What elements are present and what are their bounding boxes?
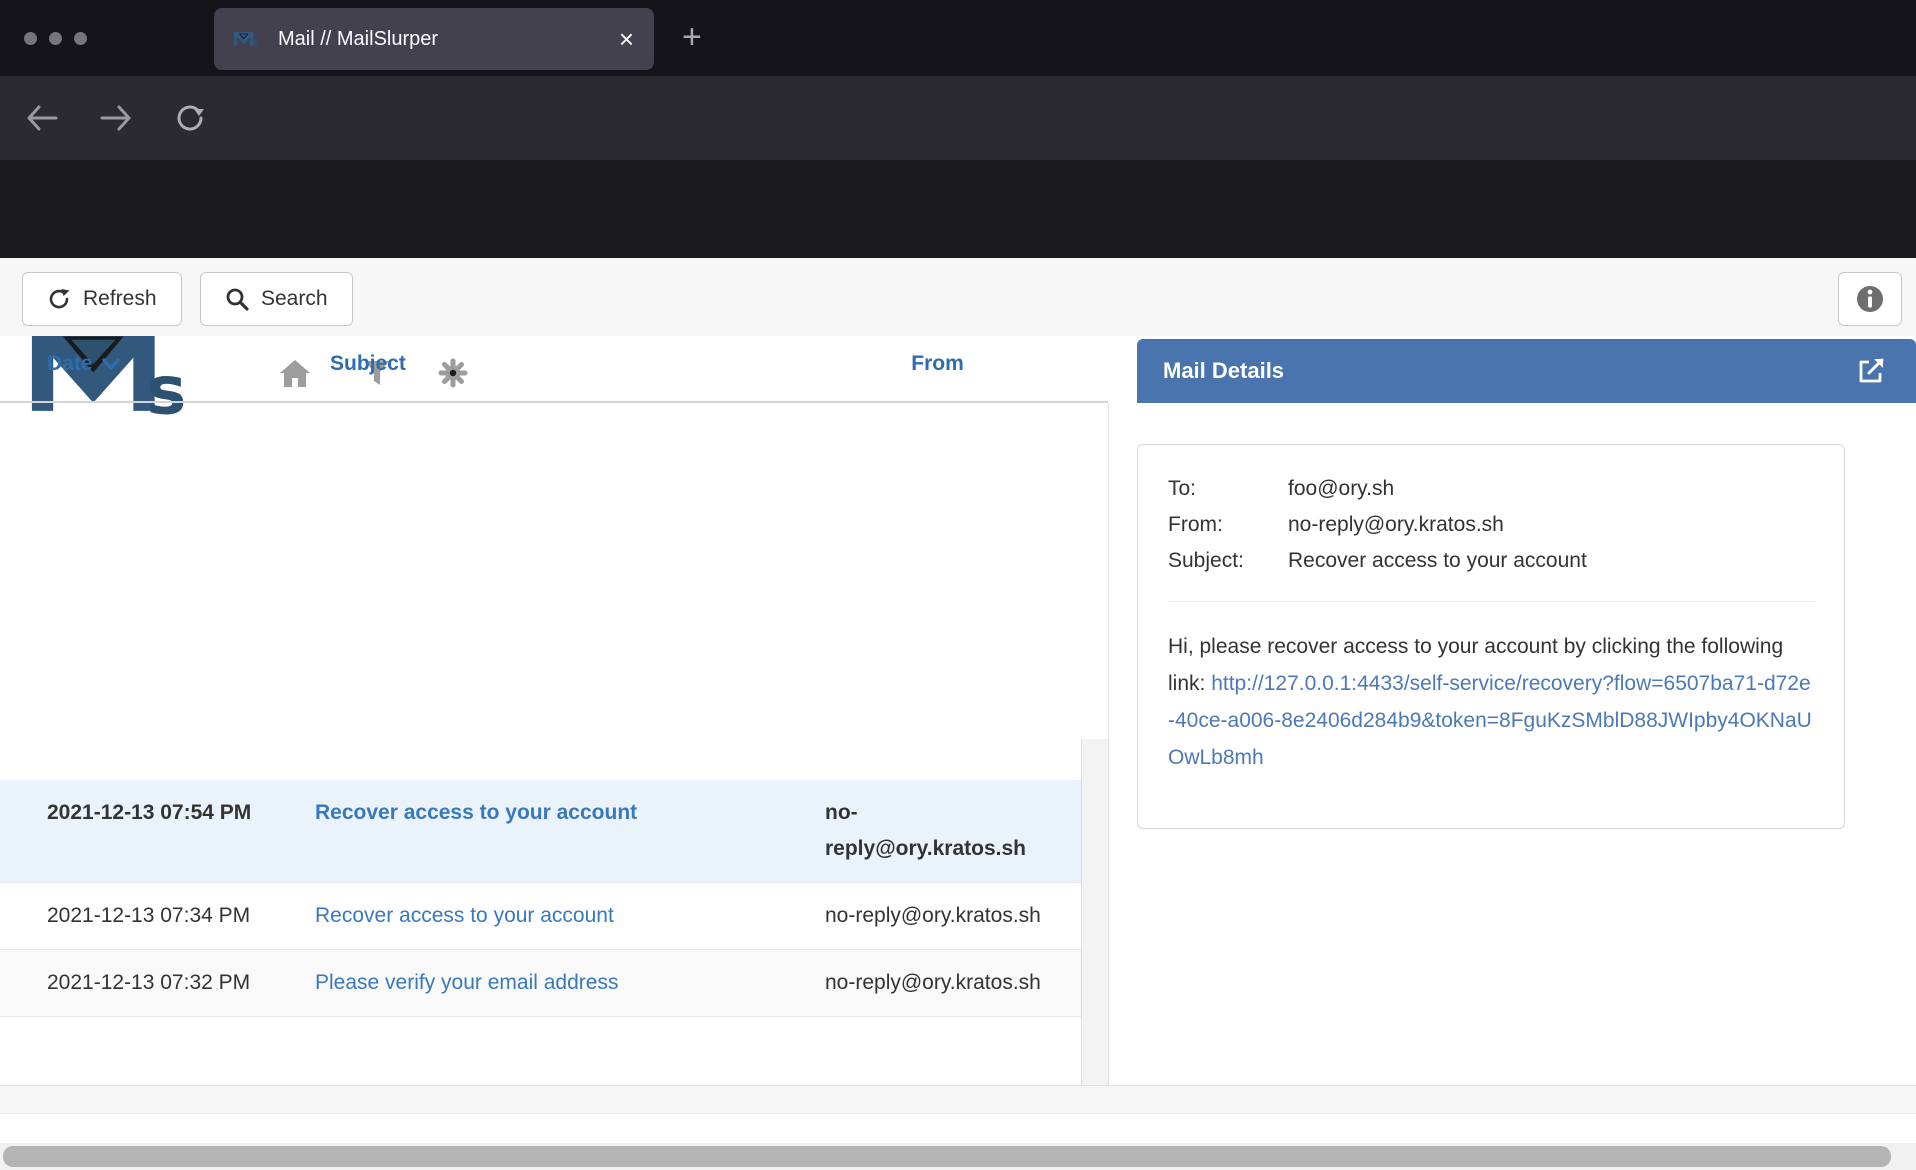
external-link-icon[interactable] [1856,356,1886,386]
detail-field-from: From: no-reply@ory.kratos.sh [1168,507,1814,543]
field-value: no-reply@ory.kratos.sh [1288,507,1814,543]
window-dot-icon[interactable] [49,32,62,45]
column-header-from[interactable]: From [825,352,1050,376]
refresh-icon [47,287,71,311]
mail-list-pane: Date Subject From 2021-12-13 07:54 PM Re… [0,336,1108,403]
horizontal-scrollbar[interactable] [0,1143,1916,1170]
bottom-strip-white [0,1113,1916,1143]
header-divider [0,401,1108,403]
bottom-strip [0,1085,1916,1113]
mail-subject: Recover access to your account [315,898,770,934]
mail-subject-link[interactable]: Please verify your email address [315,971,618,994]
search-button[interactable]: Search [200,272,353,326]
mail-from: no-reply@ory.kratos.sh [825,898,1050,934]
mailslurper-favicon-icon: s [234,28,264,50]
browser-window: s Mail // MailSlurper × + [0,0,1916,1170]
detail-field-to: To: foo@ory.sh [1168,471,1814,507]
pane-divider [1108,403,1109,1113]
mail-subject: Recover access to your account [315,795,770,867]
sort-descending-icon [102,358,120,370]
field-value: foo@ory.sh [1288,471,1814,507]
action-toolbar: Refresh Search [0,258,1916,336]
detail-field-subject: Subject: Recover access to your account [1168,543,1814,579]
mail-list-header: Date Subject From [0,336,1108,403]
mail-date: 2021-12-13 07:34 PM [47,898,252,934]
field-label: From: [1168,507,1288,543]
search-button-label: Search [261,287,328,311]
reload-icon [174,102,206,134]
details-divider [1168,601,1814,602]
mail-body: Hi, please recover access to your accoun… [1168,628,1814,776]
search-icon [225,287,249,311]
refresh-button[interactable]: Refresh [22,272,182,326]
mail-details-header: Mail Details [1137,339,1916,403]
field-value: Recover access to your account [1288,543,1814,579]
tab-bar: s Mail // MailSlurper × + [0,0,1916,76]
navigation-bar: 127.0.0.1:4436/# 90% [0,76,1916,160]
mail-from: no-reply@ory.kratos.sh [825,965,1050,1001]
field-label: Subject: [1168,543,1288,579]
mail-subject: Please verify your email address [315,965,770,1001]
horizontal-scrollbar-thumb[interactable] [3,1146,1891,1167]
recovery-link[interactable]: http://127.0.0.1:4433/self-service/recov… [1168,672,1812,769]
mail-row[interactable]: 2021-12-13 07:32 PM Please verify your e… [0,950,1081,1017]
mail-date: 2021-12-13 07:32 PM [47,965,252,1001]
field-label: To: [1168,471,1288,507]
info-button[interactable] [1838,272,1902,326]
mail-date: 2021-12-13 07:54 PM [47,795,252,867]
forward-arrow-icon [99,103,133,133]
mail-row-selected[interactable]: 2021-12-13 07:54 PM Recover access to yo… [0,780,1081,883]
back-button[interactable] [22,98,62,138]
browser-tab[interactable]: s Mail // MailSlurper × [214,8,654,70]
mail-from: no-reply@ory.kratos.sh [825,795,1050,867]
mail-details-title: Mail Details [1163,358,1856,384]
tab-close-icon[interactable]: × [619,26,634,52]
info-icon [1855,284,1885,314]
tab-title: Mail // MailSlurper [278,28,619,51]
mail-row[interactable]: 2021-12-13 07:34 PM Recover access to yo… [0,883,1081,950]
mail-subject-link[interactable]: Recover access to your account [315,904,614,927]
forward-button[interactable] [96,98,136,138]
reload-button[interactable] [170,98,210,138]
svg-text:s: s [252,37,258,49]
app-header: s [0,160,1916,258]
window-dot-icon[interactable] [74,32,87,45]
column-header-date[interactable]: Date [47,352,120,376]
window-dot-icon[interactable] [24,32,37,45]
mail-subject-link[interactable]: Recover access to your account [315,801,637,824]
back-arrow-icon [25,103,59,133]
mail-details-card: To: foo@ory.sh From: no-reply@ory.kratos… [1137,444,1845,829]
column-header-subject[interactable]: Subject [330,352,406,376]
refresh-button-label: Refresh [83,287,157,311]
new-tab-button[interactable]: + [682,20,702,54]
window-controls[interactable] [24,32,87,45]
